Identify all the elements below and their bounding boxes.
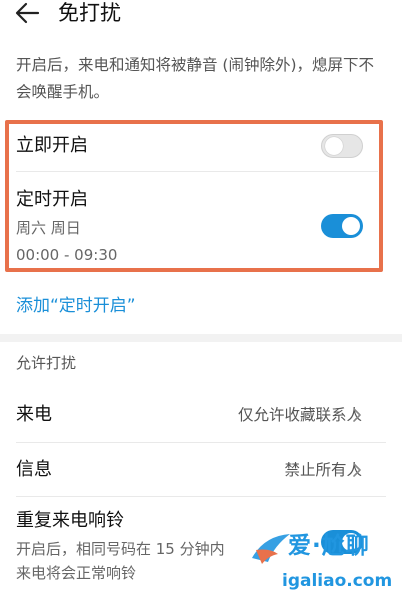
messages-label: 信息 <box>16 459 52 480</box>
page-title: 免打扰 <box>58 1 121 25</box>
calls-value: 仅允许收藏联系人 <box>237 406 362 424</box>
feature-description: 开启后，来电和通知将被静音 (闹钟除外)，熄屏下不会唤醒手机。 <box>16 56 375 101</box>
messages-value: 禁止所有人 <box>284 461 362 479</box>
chevron-right-icon <box>353 463 361 477</box>
scheduled-days: 周六 周日 <box>16 219 81 237</box>
toggle-knob <box>342 217 360 235</box>
back-arrow-icon[interactable] <box>12 0 42 26</box>
repeat-call-description-line2: 来电将会正常响铃 <box>16 564 137 582</box>
scheduled-toggle[interactable] <box>321 214 363 238</box>
enable-now-toggle[interactable] <box>321 134 363 158</box>
add-schedule-link[interactable]: 添加“定时开启” <box>16 294 136 318</box>
scheduled-time-range: 00:00 - 09:30 <box>16 246 118 264</box>
chevron-right-icon <box>353 408 361 422</box>
row-divider <box>16 442 386 443</box>
scheduled-label: 定时开启 <box>16 189 88 210</box>
repeat-call-description-line1: 开启后，相同号码在 15 分钟内 <box>16 540 225 558</box>
toggle-knob <box>325 137 343 155</box>
repeat-call-label: 重复来电响铃 <box>16 510 124 531</box>
watermark-brand: 爱·尬聊 <box>288 533 370 559</box>
row-divider <box>16 496 386 497</box>
messages-row[interactable]: 信息 禁止所有人 <box>0 450 402 490</box>
section-separator <box>0 334 402 342</box>
row-divider <box>16 171 378 172</box>
calls-label: 来电 <box>16 404 52 425</box>
allow-section-header: 允许打扰 <box>16 354 77 372</box>
calls-row[interactable]: 来电 仅允许收藏联系人 <box>0 395 402 435</box>
watermark-url: igaliao.com <box>282 571 393 591</box>
enable-now-label: 立即开启 <box>16 135 88 156</box>
